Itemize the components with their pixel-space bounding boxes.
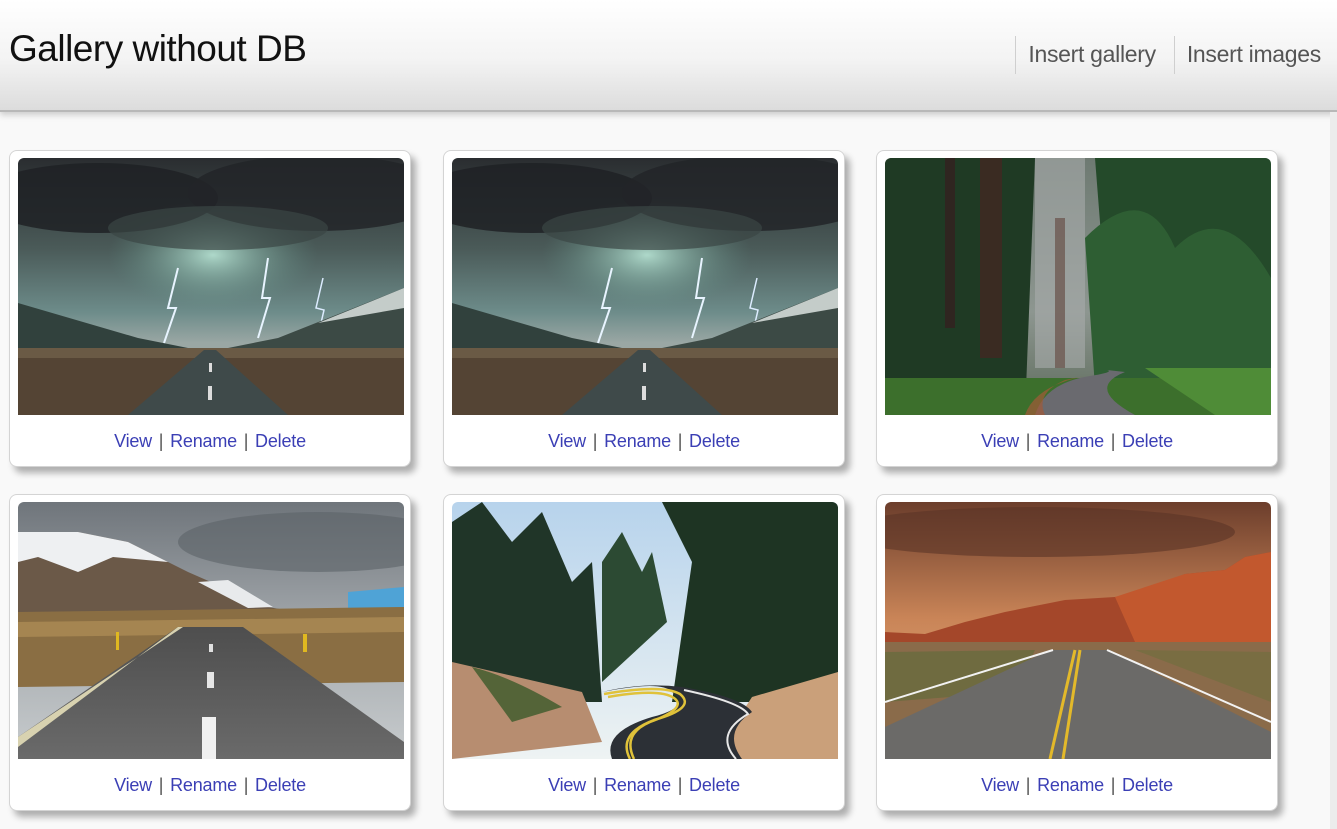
view-link[interactable]: View — [981, 775, 1019, 795]
rename-link[interactable]: Rename — [1037, 775, 1104, 795]
rename-link[interactable]: Rename — [604, 431, 671, 451]
separator: | — [243, 431, 249, 451]
delete-link[interactable]: Delete — [255, 775, 306, 795]
storm-road-image — [18, 158, 404, 415]
rename-link[interactable]: Rename — [170, 431, 237, 451]
separator: | — [677, 431, 683, 451]
card-actions: View | Rename | Delete — [444, 775, 844, 796]
view-link[interactable]: View — [548, 775, 586, 795]
gallery-image[interactable] — [452, 502, 838, 759]
card-actions: View | Rename | Delete — [444, 431, 844, 452]
card-actions: View | Rename | Delete — [10, 431, 410, 452]
gallery-card: View | Rename | Delete — [443, 494, 845, 811]
separator: | — [592, 431, 598, 451]
separator: | — [592, 775, 598, 795]
separator: | — [243, 775, 249, 795]
gallery-image[interactable] — [18, 158, 404, 415]
insert-images-link[interactable]: Insert images — [1173, 36, 1321, 74]
view-link[interactable]: View — [114, 775, 152, 795]
gallery-image[interactable] — [885, 502, 1271, 759]
separator: | — [1110, 431, 1116, 451]
separator: | — [1025, 775, 1031, 795]
rename-link[interactable]: Rename — [170, 775, 237, 795]
gallery-image[interactable] — [452, 158, 838, 415]
insert-gallery-link[interactable]: Insert gallery — [1015, 36, 1156, 74]
separator: | — [158, 431, 164, 451]
header-nav: Insert gallery Insert images — [1015, 36, 1321, 74]
card-actions: View | Rename | Delete — [877, 775, 1277, 796]
mountain-road-image — [18, 502, 404, 759]
rename-link[interactable]: Rename — [1037, 431, 1104, 451]
view-link[interactable]: View — [114, 431, 152, 451]
separator: | — [1110, 775, 1116, 795]
gallery-card: View | Rename | Delete — [9, 494, 411, 811]
delete-link[interactable]: Delete — [689, 431, 740, 451]
view-link[interactable]: View — [548, 431, 586, 451]
desert-road-image — [885, 502, 1271, 759]
gallery-card: View | Rename | Delete — [9, 150, 411, 467]
view-link[interactable]: View — [981, 431, 1019, 451]
delete-link[interactable]: Delete — [689, 775, 740, 795]
separator: | — [158, 775, 164, 795]
rename-link[interactable]: Rename — [604, 775, 671, 795]
separator: | — [1025, 431, 1031, 451]
gallery-card: View | Rename | Delete — [443, 150, 845, 467]
top-header: Gallery without DB Insert gallery Insert… — [0, 0, 1337, 112]
page-scrollbar[interactable] — [1330, 112, 1337, 829]
forest-road-image — [885, 158, 1271, 415]
gallery-card: View | Rename | Delete — [876, 150, 1278, 467]
card-actions: View | Rename | Delete — [10, 775, 410, 796]
delete-link[interactable]: Delete — [1122, 431, 1173, 451]
delete-link[interactable]: Delete — [1122, 775, 1173, 795]
gallery-image[interactable] — [18, 502, 404, 759]
page-title: Gallery without DB — [9, 28, 307, 69]
pine-curve-road-image — [452, 502, 838, 759]
delete-link[interactable]: Delete — [255, 431, 306, 451]
separator: | — [677, 775, 683, 795]
card-actions: View | Rename | Delete — [877, 431, 1277, 452]
gallery-image[interactable] — [885, 158, 1271, 415]
gallery-card: View | Rename | Delete — [876, 494, 1278, 811]
storm-road-image — [452, 158, 838, 415]
